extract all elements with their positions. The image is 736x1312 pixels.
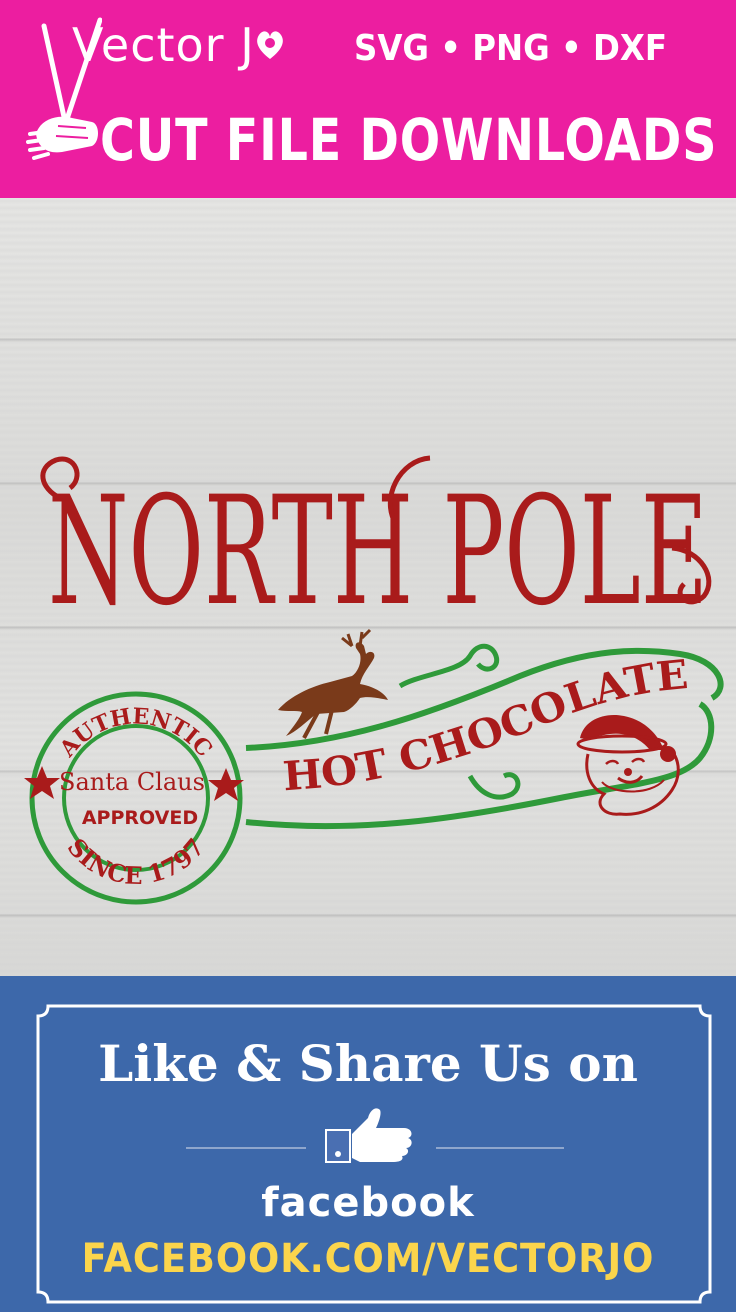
badge-approved-text: APPROVED — [82, 807, 198, 829]
brand-name-text: Vector J — [72, 18, 255, 72]
ribbon-curl-top — [398, 643, 500, 689]
badge-bottom-textpath: SINCE 1797 — [62, 833, 211, 890]
santa-face-icon — [576, 714, 680, 816]
badge-center-text: Santa Claus — [59, 768, 205, 796]
badge-bottom-text: SINCE 1797 — [62, 833, 211, 890]
tagline: CUT FILE DOWNLOADS — [100, 106, 718, 174]
share-title: Like & Share Us on — [98, 1034, 638, 1093]
north-pole-design: NORTH POLE HOT CHOCOLATE AUTHENTIC SINCE… — [24, 455, 724, 905]
facebook-url[interactable]: FACEBOOK.COM/VECTORJO — [29, 1236, 706, 1282]
ribbon-curl-bottom — [467, 772, 521, 800]
facebook-wordmark[interactable]: facebook — [0, 1180, 736, 1226]
authentic-badge: AUTHENTIC SINCE 1797 Santa Claus APPROVE… — [24, 691, 244, 905]
reindeer-icon — [278, 628, 388, 739]
heart-o-icon — [256, 31, 283, 59]
star-icon — [24, 766, 60, 799]
file-formats: SVG • PNG • DXF — [354, 28, 668, 69]
thumbs-up-icon[interactable] — [322, 1104, 418, 1164]
design-title: NORTH POLE — [48, 465, 708, 639]
header-banner: Vector J SVG • PNG • DXF CUT FILE DOWNLO… — [0, 0, 736, 198]
brand-name: Vector J — [72, 18, 285, 72]
